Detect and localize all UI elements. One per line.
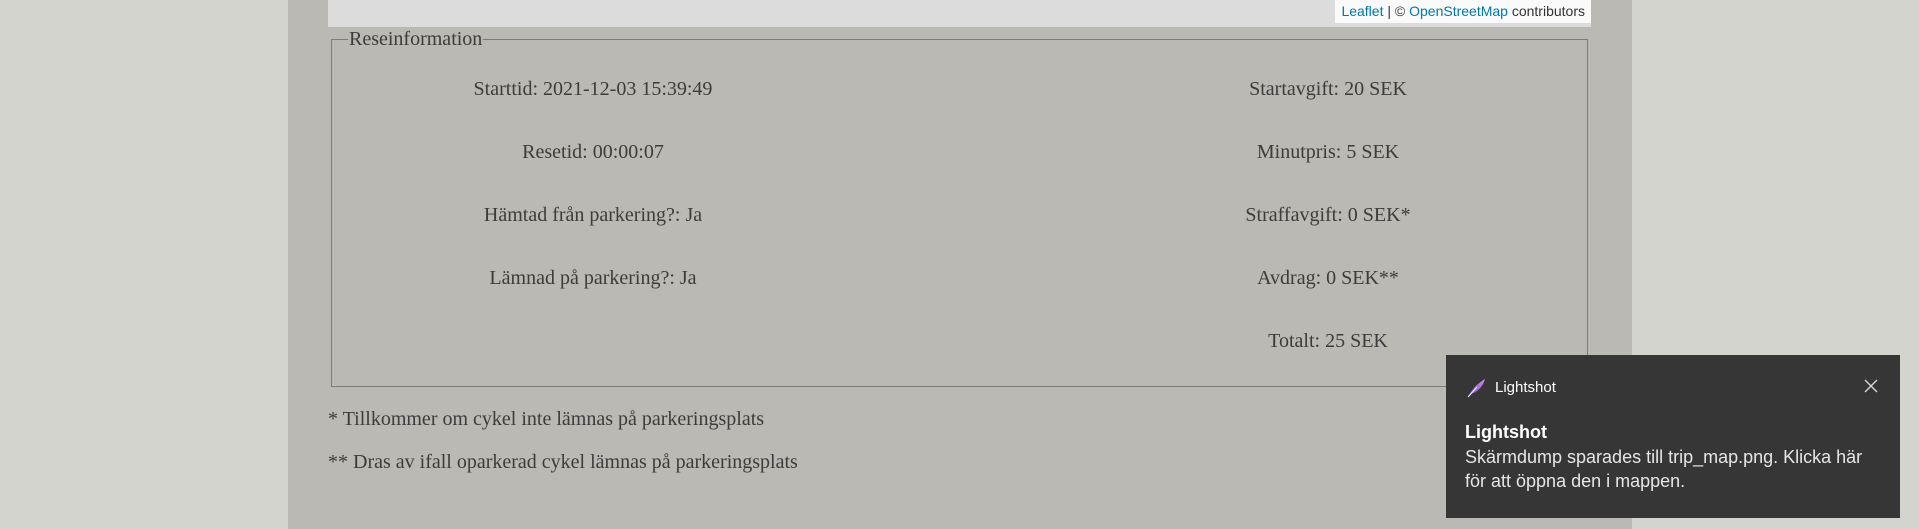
left-at-parking: Lämnad på parkering?: Ja [489,267,697,289]
footnote-deduction: ** Dras av ifall oparkerad cykel lämnas … [328,451,798,473]
trip-info-legend: Reseinformation [349,28,483,50]
attribution-separator: | © [1383,3,1410,19]
attribution-suffix: contributors [1507,3,1585,19]
lightshot-feather-icon [1465,377,1487,399]
total-cost: Totalt: 25 SEK [1268,330,1388,352]
map-bottom-strip[interactable]: Leaflet | © OpenStreetMap contributors [328,0,1591,27]
start-time: Starttid: 2021-12-03 15:39:49 [473,78,713,100]
deduction: Avdrag: 0 SEK** [1257,267,1399,289]
leaflet-link[interactable]: Leaflet [1341,3,1383,19]
penalty-fee: Straffavgift: 0 SEK* [1245,204,1411,226]
toast-message[interactable]: Skärmdump sparades till trip_map.png. Kl… [1465,445,1885,493]
trip-duration: Resetid: 00:00:07 [522,141,664,163]
map-attribution: Leaflet | © OpenStreetMap contributors [1335,0,1591,23]
start-fee: Startavgift: 20 SEK [1249,78,1407,100]
minute-price: Minutpris: 5 SEK [1256,141,1400,163]
picked-up-from-parking: Hämtad från parkering?: Ja [483,204,703,226]
toast-title: Lightshot [1465,422,1547,442]
footnote-penalty: * Tillkommer om cykel inte lämnas på par… [328,408,765,430]
openstreetmap-link[interactable]: OpenStreetMap [1409,3,1508,19]
close-icon[interactable] [1856,371,1886,401]
lightshot-toast[interactable]: Lightshot Lightshot Skärmdump sparades t… [1446,355,1900,518]
toast-app-name: Lightshot [1495,379,1556,396]
